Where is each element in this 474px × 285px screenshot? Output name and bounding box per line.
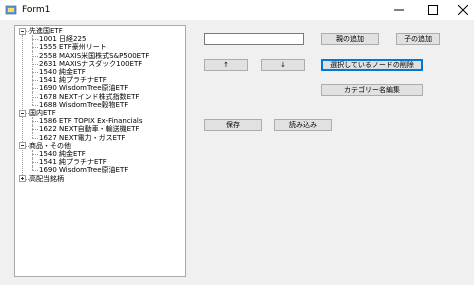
tree-item-node[interactable]: 1586 ETF TOPIX Ex-Financials: [15, 117, 185, 125]
tree-node-label: 先進国ETF: [29, 27, 63, 35]
tree-category-node[interactable]: 国内ETF: [15, 109, 185, 117]
tree-node-label: 1690 WisdomTree原油ETF: [39, 84, 129, 93]
tree-node-label: 1688 WisdomTree穀物ETF: [39, 100, 129, 109]
add-parent-button[interactable]: 親の追加: [321, 33, 379, 45]
tree-node-label: 2631 MAXISナスダック100ETF: [39, 59, 143, 68]
tree-node-label: 1555 ETF豪州リート: [39, 43, 107, 52]
tree-node-label: 高配当銘柄: [29, 174, 64, 183]
maximize-icon: [428, 5, 438, 15]
tree-node-label: 1690 WisdomTree原油ETF: [39, 166, 129, 175]
delete-selected-node-button[interactable]: 選択しているノードの削除: [321, 59, 423, 71]
tree-node-label: 1541 純プラチナETF: [39, 158, 107, 167]
minimize-button[interactable]: [384, 0, 414, 20]
tree-connector-line: [22, 117, 23, 142]
tree-node-label: 1541 純プラチナETF: [39, 76, 107, 85]
tree-node-label: 1001 日経225: [39, 35, 87, 44]
tree-node-label: 1586 ETF TOPIX Ex-Financials: [39, 117, 143, 126]
tree-node-label: 1540 純金ETF: [39, 68, 86, 76]
tree-item-node[interactable]: 1622 NEXT自動車・輸送機ETF: [15, 125, 185, 133]
move-up-button[interactable]: ↑: [204, 59, 248, 71]
tree-category-node[interactable]: 先進国ETF: [15, 27, 185, 35]
tree-item-node[interactable]: 1555 ETF豪州リート: [15, 43, 185, 51]
tree-item-node[interactable]: 1540 純金ETF: [15, 150, 185, 158]
tree-item-node[interactable]: 1627 NEXT電力・ガスETF: [15, 134, 185, 142]
tree-node-label: 1540 純金ETF: [39, 150, 86, 158]
tree-node-label: 1622 NEXT自動車・輸送機ETF: [39, 125, 140, 134]
load-button[interactable]: 読み込み: [274, 119, 332, 131]
window-title: Form1: [22, 5, 51, 15]
tree-node-label: 1627 NEXT電力・ガスETF: [39, 133, 126, 142]
add-child-button[interactable]: 子の追加: [396, 33, 440, 45]
tree-category-node[interactable]: 高配当銘柄: [15, 175, 185, 183]
tree-node-label: 2558 MAXIS米国株式S&P500ETF: [39, 51, 150, 60]
tree-item-node[interactable]: 1001 日経225: [15, 35, 185, 43]
tree-connector-line: [22, 35, 23, 109]
close-icon: [458, 5, 468, 15]
tree-item-node[interactable]: 1541 純プラチナETF: [15, 158, 185, 166]
tree-item-node[interactable]: 2631 MAXISナスダック100ETF: [15, 60, 185, 68]
title-bar: Form1: [0, 0, 474, 20]
tree-item-node[interactable]: 1690 WisdomTree原油ETF: [15, 166, 185, 174]
close-button[interactable]: [448, 0, 474, 20]
move-down-button[interactable]: ↓: [261, 59, 305, 71]
minimize-icon: [394, 9, 404, 11]
edit-category-name-button[interactable]: カテゴリー名編集: [321, 84, 423, 96]
tree-category-node[interactable]: 商品・その他: [15, 142, 185, 150]
tree-item-node[interactable]: 2558 MAXIS米国株式S&P500ETF: [15, 52, 185, 60]
tree-item-node[interactable]: 1540 純金ETF: [15, 68, 185, 76]
name-input[interactable]: [204, 33, 304, 45]
maximize-button[interactable]: [418, 0, 448, 20]
app-icon: [5, 5, 17, 15]
form-client-area: 先進国ETF 1001 日経225 1555 ETF豪州リート 2558 MAXIS米…: [0, 20, 474, 285]
tree-node-label: 商品・その他: [29, 141, 71, 150]
tree-connector-line: [22, 149, 23, 175]
tree-item-node[interactable]: 1690 WisdomTree原油ETF: [15, 84, 185, 92]
tree-node-label: 1678 NEXTインド株式指数ETF: [39, 92, 140, 101]
tree-item-node[interactable]: 1541 純プラチナETF: [15, 76, 185, 84]
tree-item-node[interactable]: 1688 WisdomTree穀物ETF: [15, 101, 185, 109]
category-tree-view[interactable]: 先進国ETF 1001 日経225 1555 ETF豪州リート 2558 MAXIS米…: [14, 25, 186, 277]
tree-item-node[interactable]: 1678 NEXTインド株式指数ETF: [15, 93, 185, 101]
tree-node-label: 国内ETF: [29, 109, 56, 117]
save-button[interactable]: 保存: [204, 119, 262, 131]
